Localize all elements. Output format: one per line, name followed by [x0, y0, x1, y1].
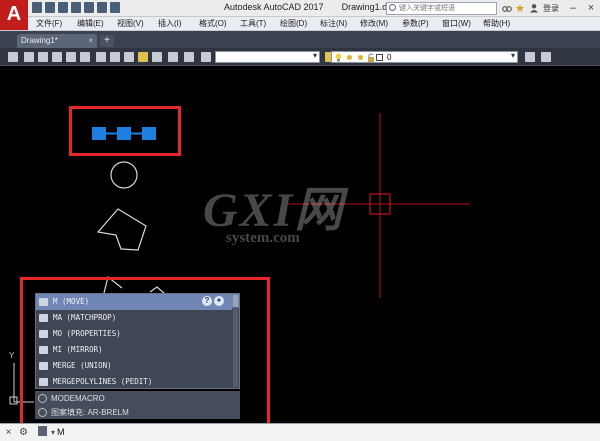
ucs-y-label: Y	[9, 351, 15, 360]
command-prompt-icon	[38, 426, 47, 436]
command-input[interactable]: M	[57, 427, 65, 437]
wrench-icon[interactable]: ⚙	[17, 426, 30, 440]
autocad-window: A Autodesk AutoCAD 2017 Drawing1.dwg 键入关键…	[0, 0, 600, 441]
command-line: × ⚙ ▾ M	[0, 423, 600, 441]
circle-shape[interactable]	[110, 161, 138, 189]
watermark-subtitle: system.com	[226, 230, 300, 246]
annotation-box-block	[69, 106, 181, 156]
polygon-shape[interactable]	[96, 208, 147, 251]
chevron-down-icon[interactable]: ▾	[51, 428, 55, 437]
annotation-box-commandlist	[20, 277, 270, 441]
close-command-line-icon[interactable]: ×	[2, 426, 15, 440]
application-menu-button[interactable]: A	[0, 0, 28, 30]
